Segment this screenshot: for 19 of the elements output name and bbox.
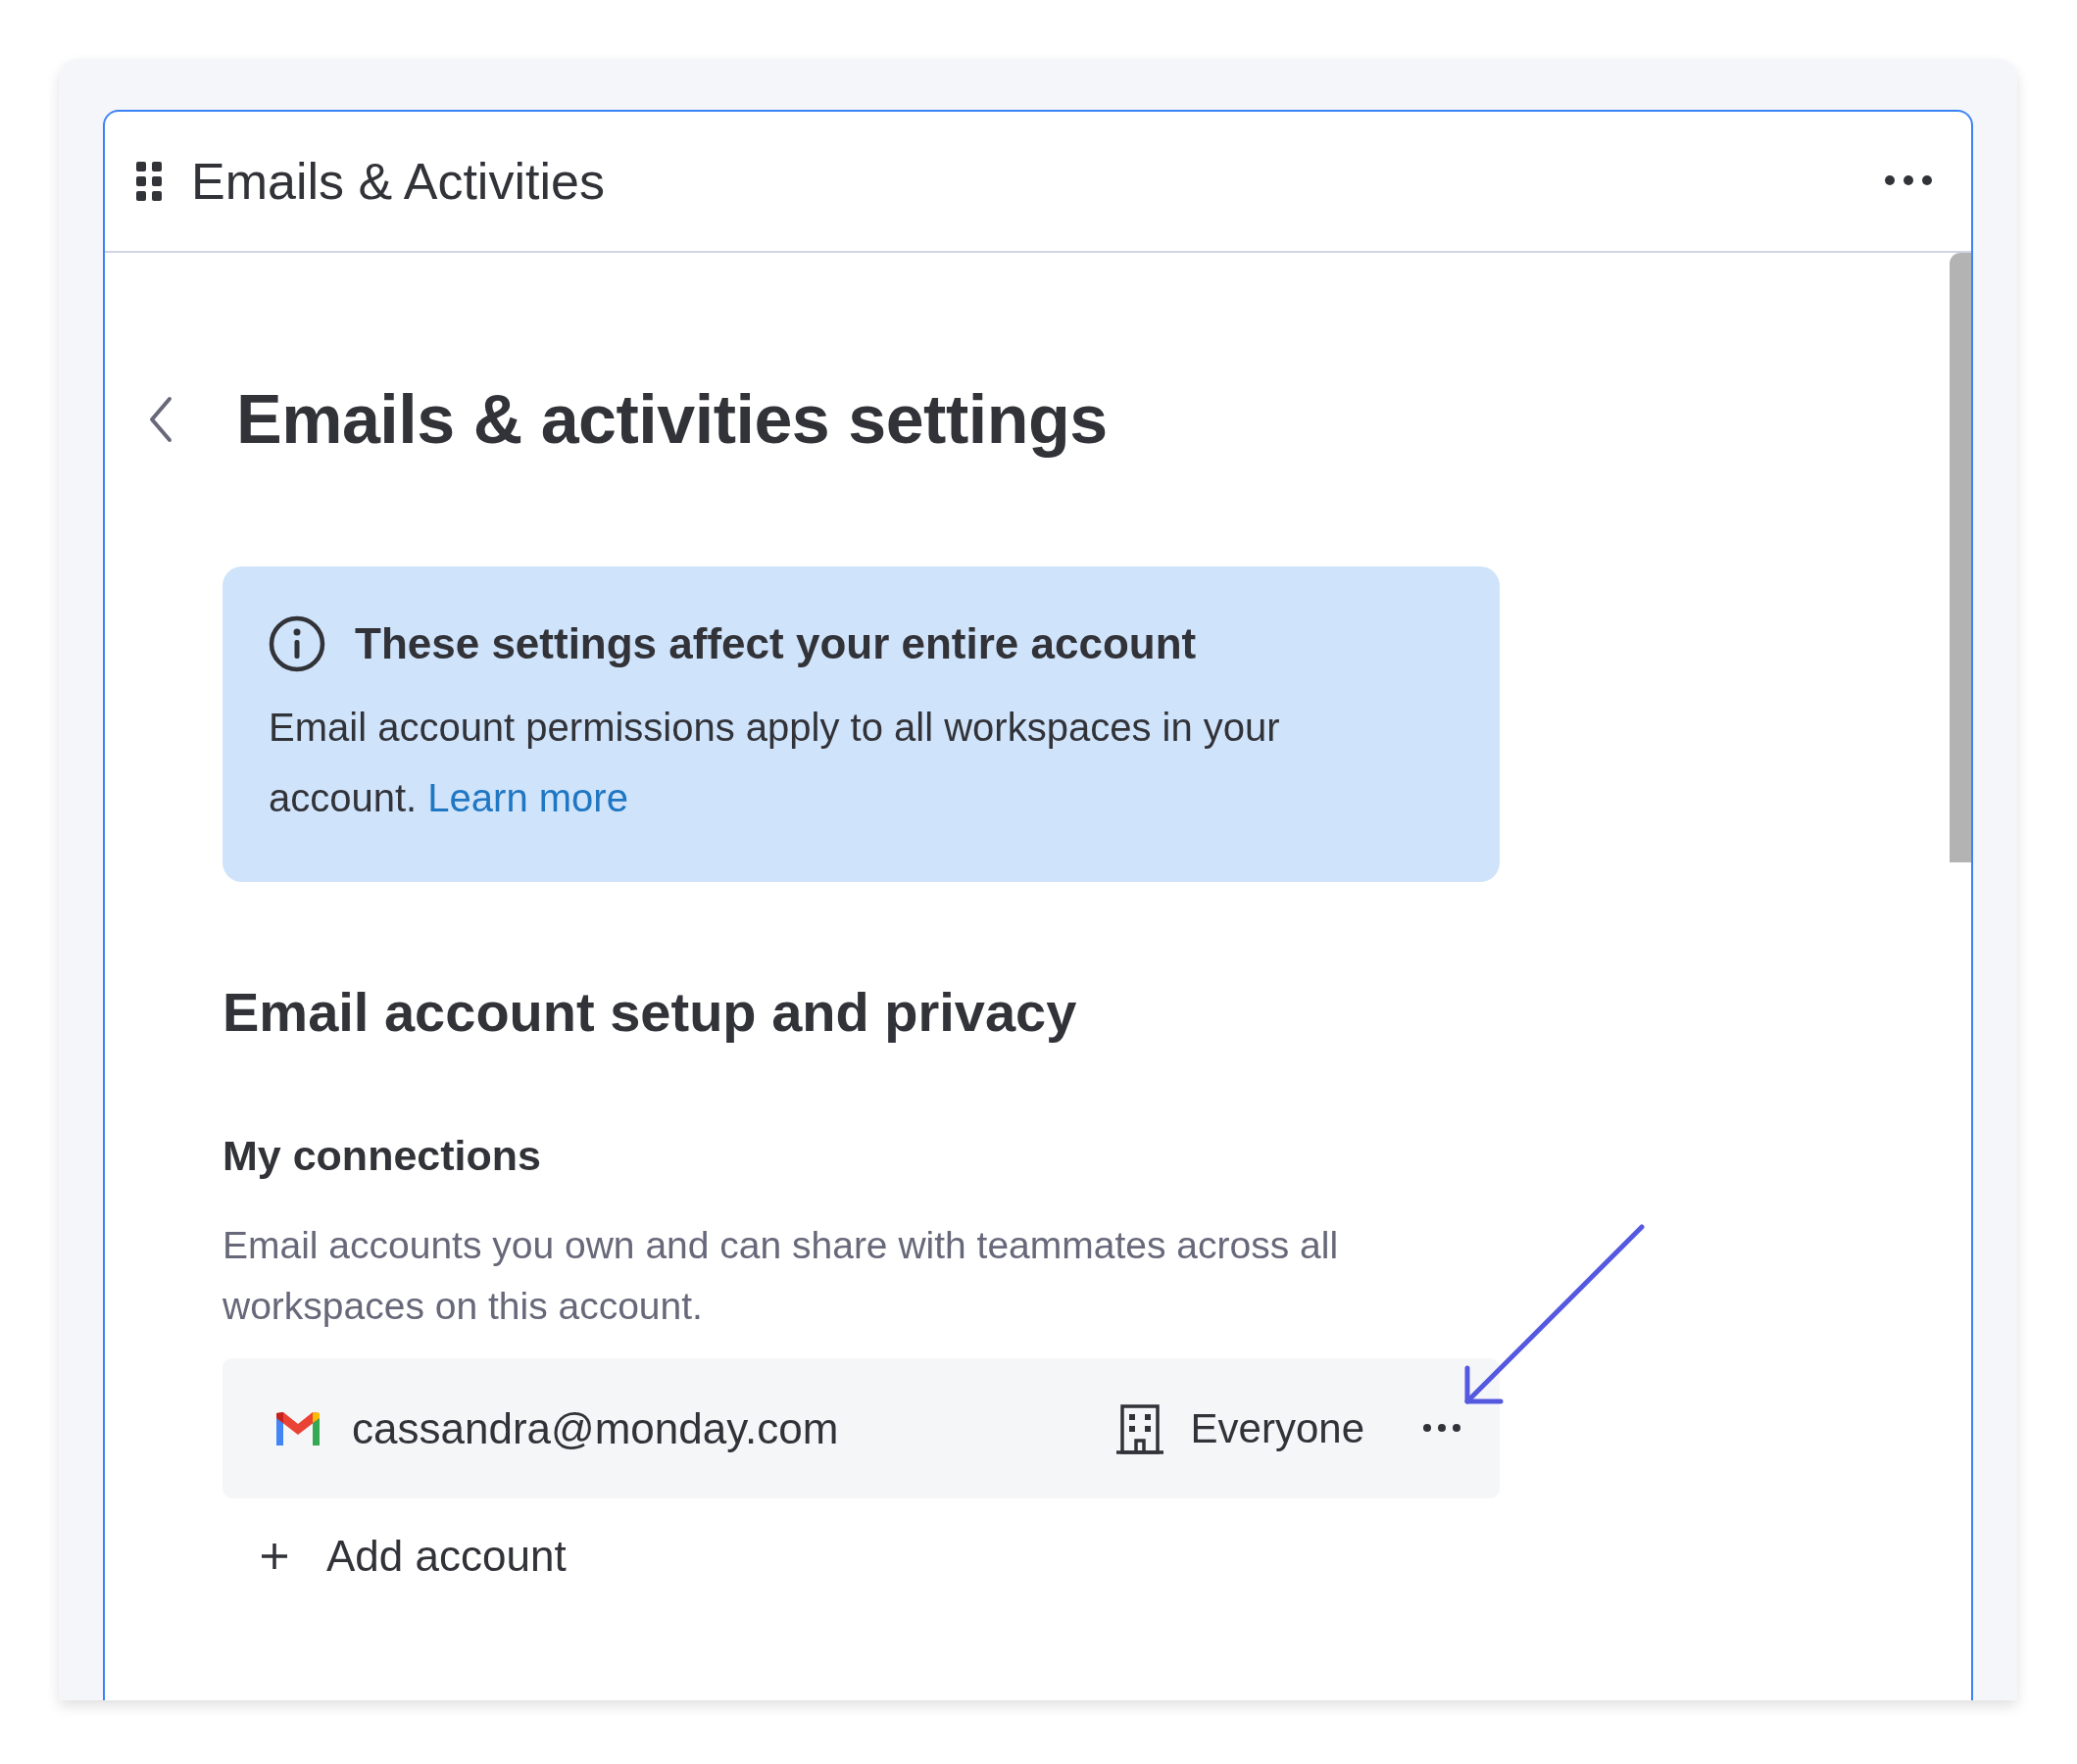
notice-title: These settings affect your entire account — [355, 619, 1197, 668]
learn-more-link[interactable]: Learn more — [427, 776, 628, 819]
building-icon — [1113, 1402, 1165, 1454]
row-options-button[interactable] — [1423, 1423, 1460, 1434]
notice-text: Email account permissions apply to all workspaces in your account. Learn more — [269, 705, 1281, 821]
section-description: Email accounts you own and can share with teammates across all workspaces on this account. — [223, 1223, 1340, 1329]
info-icon — [269, 615, 325, 672]
page-title: Emails & activities settings — [236, 380, 1108, 459]
section-title: Email account setup and privacy — [223, 980, 1078, 1044]
account-email: cassandra@monday.com — [352, 1403, 840, 1453]
plus-icon — [260, 1542, 289, 1571]
add-account-button[interactable]: Add account — [260, 1532, 567, 1581]
more-options-button[interactable] — [1885, 175, 1932, 187]
envelope-logo-icon — [273, 1409, 322, 1447]
sharing-label: Everyone — [1190, 1404, 1364, 1452]
scrollbar-thumb[interactable] — [1950, 253, 1971, 862]
drag-handle-icon[interactable] — [136, 162, 162, 201]
subsection-title: My connections — [223, 1132, 542, 1180]
panel-title: Emails & Activities — [191, 152, 606, 211]
